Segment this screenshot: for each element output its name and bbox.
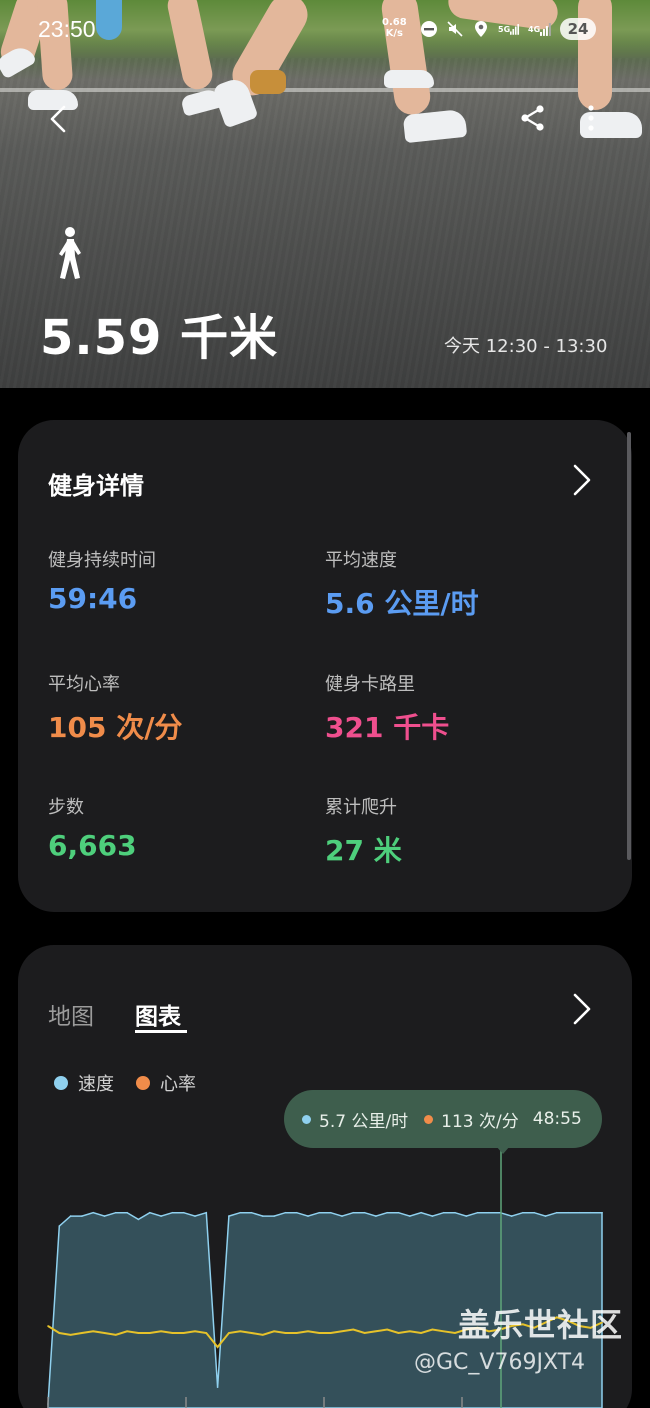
- chart-tooltip: 5.7 公里/时 113 次/分 48:55: [284, 1090, 602, 1148]
- speed-point: [454, 1211, 456, 1214]
- speed-point: [262, 1215, 264, 1217]
- heart-rate-point: [363, 1332, 366, 1334]
- heart-rate-point: [216, 1346, 219, 1348]
- speed-point: [239, 1211, 241, 1214]
- heart-rate-point: [160, 1330, 162, 1333]
- heart-rate-point: [375, 1330, 377, 1333]
- tooltip-hr-dot: [424, 1114, 434, 1124]
- speed-point: [103, 1215, 106, 1217]
- speed-point: [194, 1215, 196, 1217]
- heart-rate-point: [171, 1332, 174, 1334]
- speed-point: [397, 1211, 400, 1214]
- heart-rate-point: [409, 1330, 411, 1333]
- speed-point: [442, 1211, 445, 1214]
- heart-rate-point: [205, 1332, 208, 1334]
- speed-point: [601, 1211, 603, 1214]
- tooltip-pointer: [496, 1146, 510, 1154]
- watermark-site: 盖乐世社区: [458, 1306, 624, 1344]
- heart-rate-point: [284, 1332, 287, 1334]
- speed-point: [182, 1211, 185, 1214]
- speed-point: [352, 1211, 355, 1214]
- speed-point: [273, 1215, 275, 1217]
- speed-point: [578, 1211, 581, 1214]
- speed-point: [589, 1211, 592, 1214]
- speed-point: [476, 1211, 479, 1214]
- heart-rate-point: [126, 1330, 128, 1333]
- heart-rate-point: [69, 1334, 72, 1336]
- speed-point: [409, 1215, 411, 1217]
- heart-rate-point: [295, 1332, 298, 1334]
- tooltip-time: 48:55: [532, 1109, 582, 1129]
- heart-rate-point: [431, 1328, 434, 1331]
- speed-point: [533, 1211, 535, 1214]
- speed-point: [69, 1215, 72, 1217]
- speed-point: [250, 1211, 253, 1214]
- speed-point: [307, 1215, 309, 1217]
- heart-rate-point: [92, 1330, 94, 1333]
- speed-point: [488, 1211, 490, 1214]
- speed-point: [386, 1211, 389, 1214]
- speed-point: [92, 1211, 94, 1214]
- speed-point: [318, 1211, 321, 1214]
- speed-point: [375, 1215, 377, 1217]
- heart-rate-point: [239, 1330, 241, 1333]
- tooltip-speed-dot: [302, 1114, 311, 1124]
- heart-rate-point: [115, 1334, 117, 1336]
- heart-rate-point: [318, 1332, 321, 1334]
- speed-heart-rate-chart[interactable]: [0, 0, 650, 1408]
- speed-point: [544, 1215, 547, 1217]
- speed-point: [126, 1211, 128, 1214]
- speed-point: [567, 1211, 569, 1214]
- speed-point: [465, 1215, 468, 1217]
- speed-point: [160, 1215, 162, 1217]
- heart-rate-point: [149, 1332, 151, 1334]
- heart-rate-point: [47, 1325, 49, 1327]
- speed-point: [341, 1215, 343, 1217]
- heart-rate-point: [250, 1332, 253, 1334]
- speed-point: [115, 1211, 117, 1214]
- heart-rate-point: [103, 1332, 106, 1334]
- speed-point: [228, 1215, 230, 1217]
- tooltip-speed: 5.7 公里/时: [319, 1111, 409, 1132]
- speed-point: [216, 1386, 219, 1388]
- speed-point: [431, 1215, 434, 1217]
- heart-rate-point: [454, 1332, 456, 1334]
- heart-rate-point: [307, 1330, 309, 1333]
- speed-point: [363, 1211, 366, 1214]
- heart-rate-point: [228, 1332, 230, 1334]
- tooltip-heart-rate: 113 次/分: [441, 1111, 519, 1132]
- heart-rate-point: [273, 1330, 275, 1333]
- speed-point: [522, 1211, 524, 1214]
- heart-rate-point: [352, 1328, 355, 1331]
- heart-rate-point: [58, 1332, 61, 1334]
- heart-rate-point: [420, 1332, 422, 1334]
- heart-rate-point: [442, 1330, 445, 1333]
- speed-point: [329, 1211, 332, 1214]
- speed-point: [149, 1211, 151, 1214]
- heart-rate-point: [397, 1332, 400, 1334]
- speed-point: [137, 1218, 140, 1221]
- heart-rate-point: [81, 1332, 83, 1334]
- heart-rate-point: [262, 1334, 264, 1336]
- speed-point: [205, 1211, 208, 1214]
- speed-point: [556, 1211, 558, 1214]
- heart-rate-point: [329, 1332, 332, 1334]
- speed-point: [171, 1211, 174, 1214]
- speed-point: [81, 1215, 83, 1217]
- speed-point: [284, 1211, 287, 1214]
- speed-point: [420, 1211, 422, 1214]
- heart-rate-point: [341, 1330, 343, 1333]
- speed-point: [510, 1215, 513, 1217]
- heart-rate-point: [137, 1332, 140, 1334]
- speed-point: [58, 1225, 61, 1227]
- watermark-user: @GC_V769JXT4: [414, 1350, 586, 1375]
- heart-rate-point: [386, 1328, 389, 1331]
- heart-rate-point: [194, 1330, 196, 1333]
- heart-rate-point: [182, 1332, 185, 1334]
- speed-point: [295, 1211, 298, 1214]
